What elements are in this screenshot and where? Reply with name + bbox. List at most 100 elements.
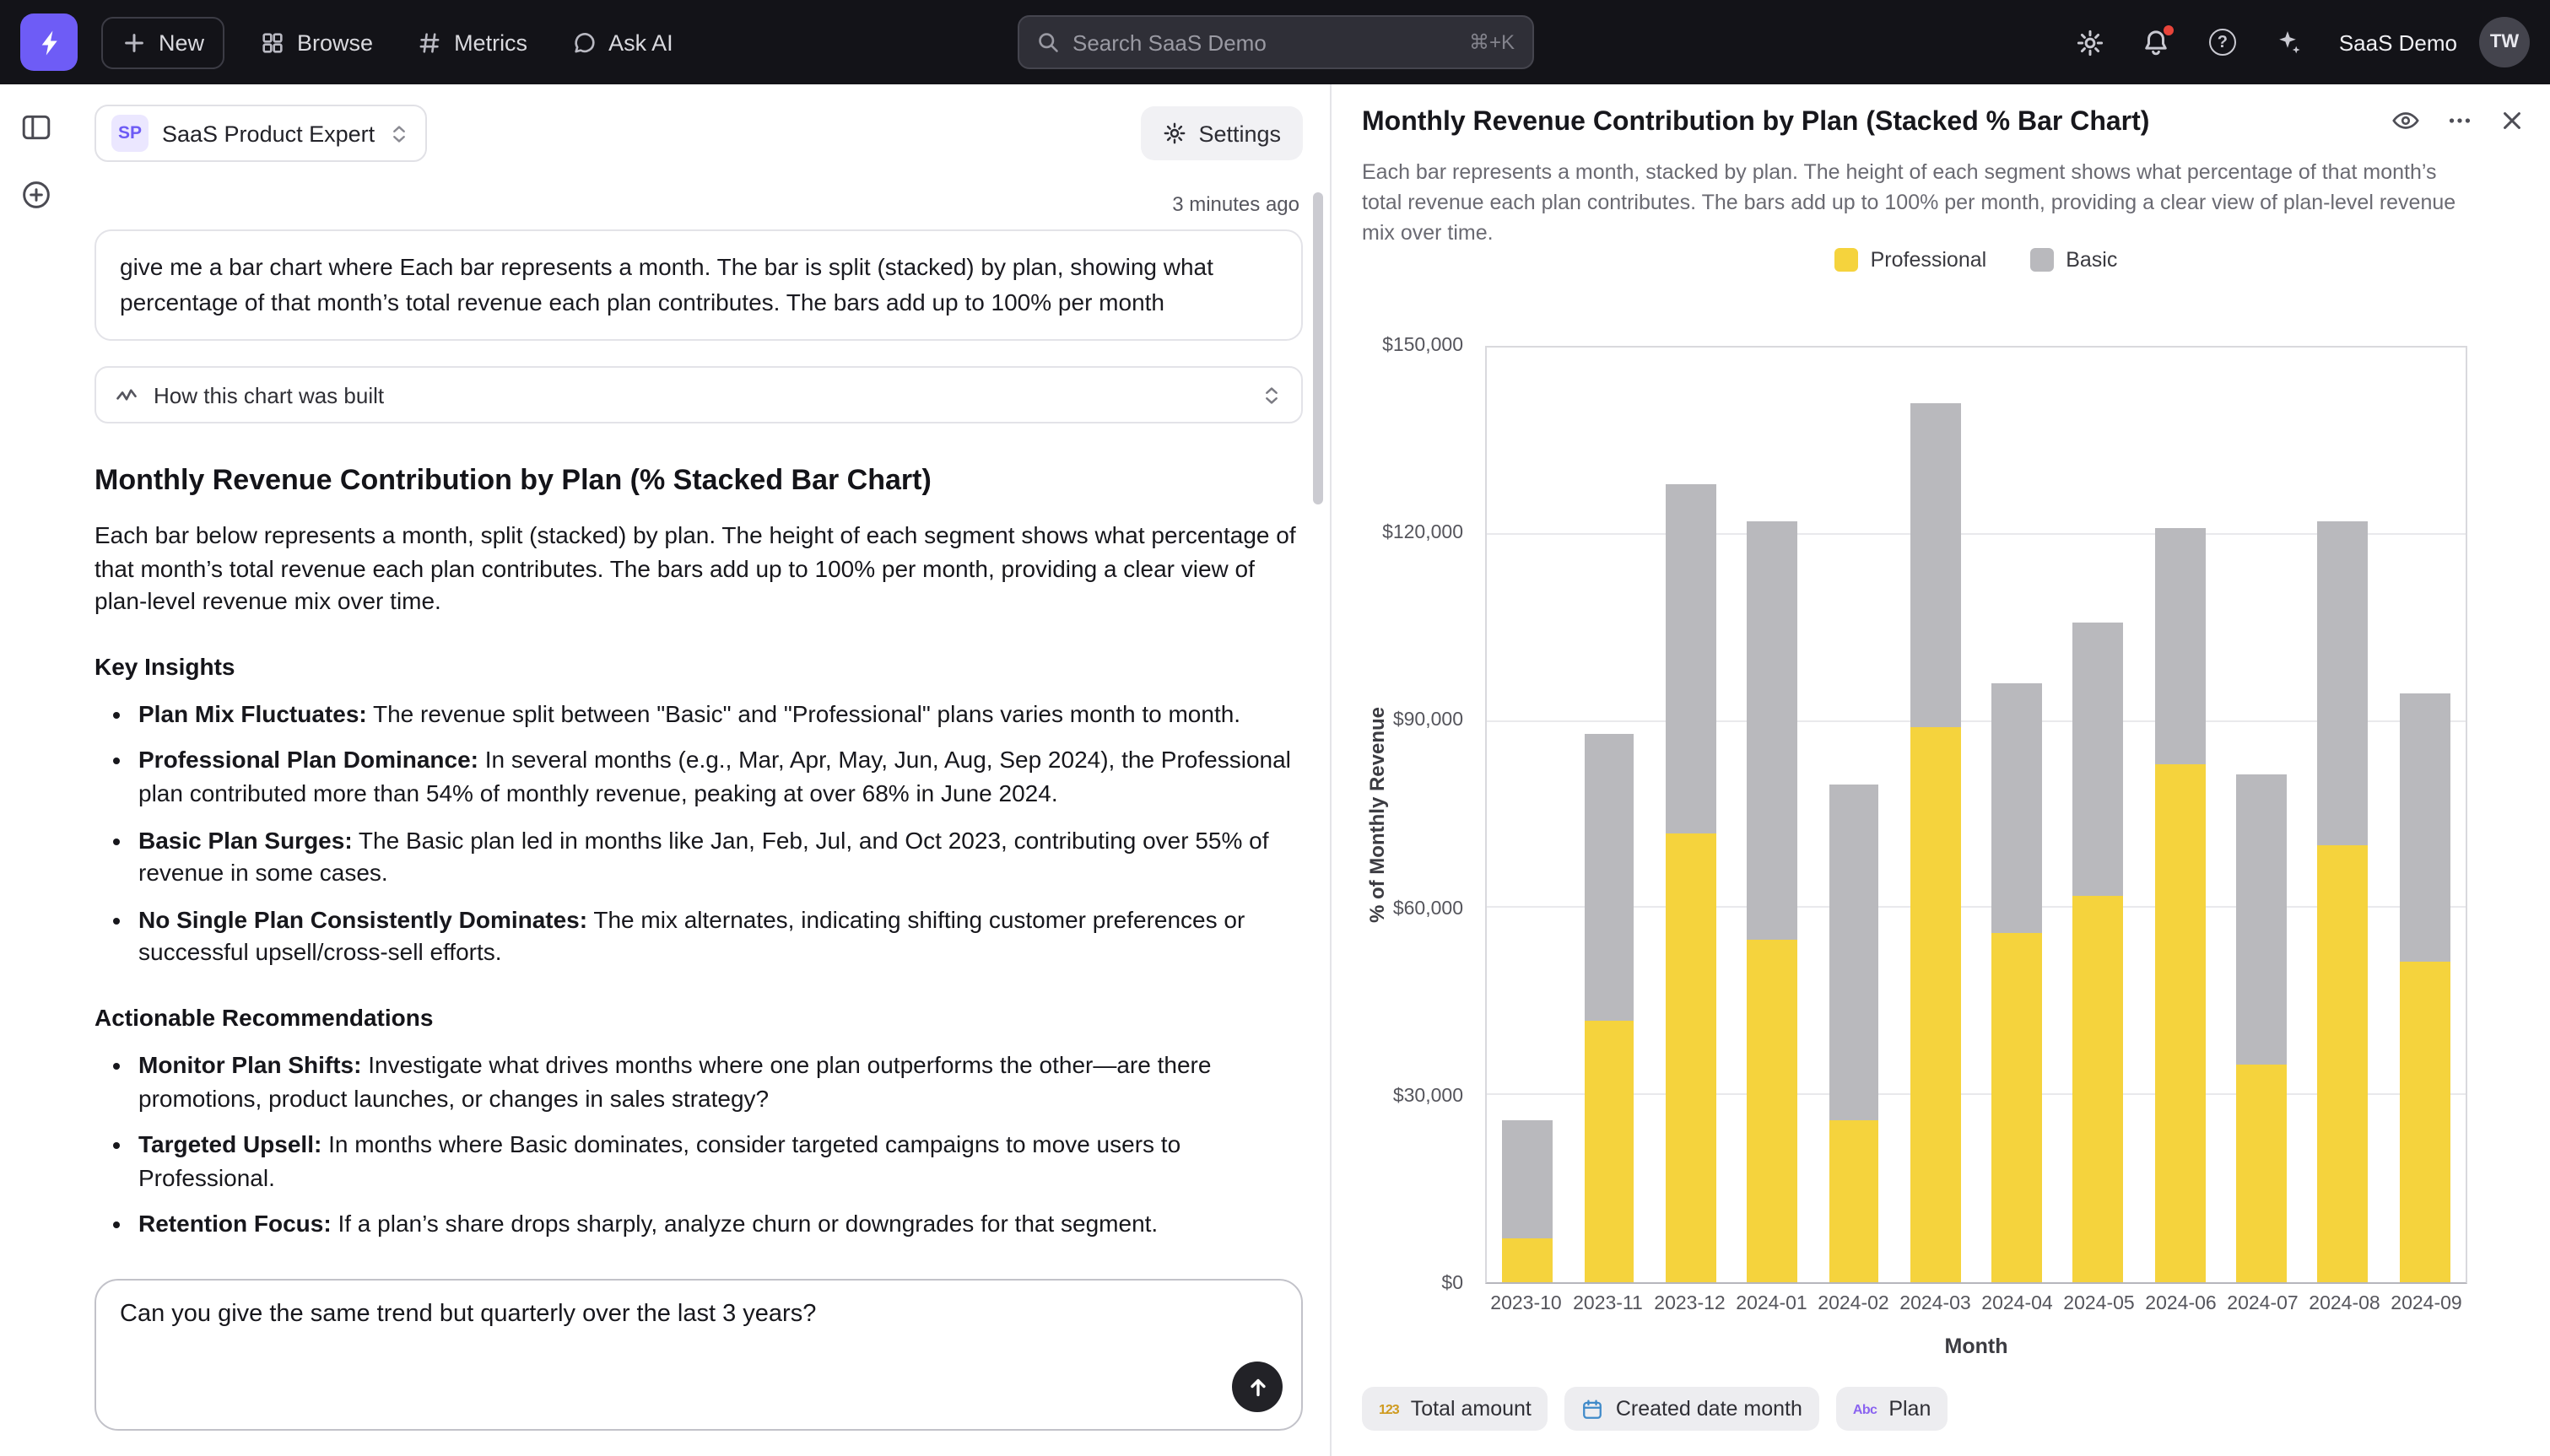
tag-created-date-month[interactable]: Created date month — [1565, 1387, 1819, 1431]
bar-segment-professional[interactable] — [2400, 962, 2450, 1282]
bar-segment-professional[interactable] — [1666, 833, 1716, 1282]
legend-item-basic[interactable]: Basic — [2030, 248, 2117, 272]
x-tick-label: 2024-06 — [2140, 1294, 2222, 1314]
bar-segment-basic[interactable] — [1991, 684, 2042, 933]
plus-icon — [122, 30, 147, 55]
bar-segment-basic[interactable] — [1910, 404, 1961, 728]
app: New Browse Metrics Ask AI Search SaaS De… — [0, 0, 2550, 1456]
settings-gear-button[interactable] — [2066, 17, 2116, 67]
browse-button[interactable]: Browse — [241, 18, 392, 67]
hash-icon — [417, 30, 442, 55]
arrow-up-icon — [1245, 1374, 1270, 1399]
notifications-button[interactable] — [2131, 17, 2182, 67]
search-shortcut: ⌘+K — [1469, 30, 1515, 54]
bar-segment-professional[interactable] — [1747, 940, 1797, 1282]
chat-scrollbar[interactable] — [1313, 192, 1323, 504]
legend-swatch — [1835, 248, 1859, 272]
chat-bubble-icon — [571, 30, 597, 55]
bar-segment-basic[interactable] — [1666, 485, 1716, 834]
help-button[interactable]: ? — [2197, 17, 2248, 67]
bar-segment-basic[interactable] — [1829, 784, 1879, 1120]
app-logo[interactable] — [20, 13, 78, 71]
bar-segment-basic[interactable] — [2073, 622, 2124, 896]
close-icon — [2499, 108, 2525, 133]
response-intro: Each bar below represents a month, split… — [95, 520, 1303, 619]
bar-segment-professional[interactable] — [2236, 1064, 2287, 1282]
recommendations-list: Monitor Plan Shifts: Investigate what dr… — [138, 1049, 1303, 1242]
agent-select[interactable]: SP SaaS Product Expert — [95, 105, 427, 162]
bar-segment-basic[interactable] — [1747, 522, 1797, 940]
new-thread-button[interactable] — [15, 174, 56, 214]
chart-panel-actions — [2391, 106, 2525, 135]
message-timestamp: 3 minutes ago — [98, 192, 1299, 216]
view-chart-button[interactable] — [2391, 106, 2420, 135]
bar-segment-basic[interactable] — [2155, 528, 2206, 765]
y-axis-ticks: $0$30,000$60,000$90,000$120,000$150,000 — [1332, 346, 1477, 1284]
bar-segment-professional[interactable] — [2155, 765, 2206, 1282]
bar-segment-professional[interactable] — [1584, 1021, 1634, 1282]
bar-2024-08[interactable] — [2303, 348, 2385, 1282]
list-item: Professional Plan Dominance: In several … — [138, 745, 1303, 811]
x-tick-label: 2024-08 — [2304, 1294, 2385, 1314]
toggle-sidebar-button[interactable] — [15, 106, 56, 147]
global-search-input[interactable]: Search SaaS Demo ⌘+K — [1017, 15, 1533, 69]
key-insights-heading: Key Insights — [95, 653, 1303, 680]
chat-input[interactable]: Can you give the same trend but quarterl… — [96, 1281, 1301, 1385]
chat-header: SP SaaS Product Expert Settings — [71, 84, 1330, 172]
lightning-icon — [35, 28, 63, 57]
tag-plan[interactable]: Abc Plan — [1836, 1387, 1948, 1431]
field-tags: 123 Total amount Created date month Abc … — [1362, 1387, 1948, 1431]
bar-segment-basic[interactable] — [2400, 693, 2450, 962]
bar-2024-02[interactable] — [1813, 348, 1895, 1282]
bar-segment-professional[interactable] — [1829, 1120, 1879, 1282]
agent-avatar: SP — [111, 115, 149, 152]
bar-segment-basic[interactable] — [2236, 774, 2287, 1064]
bar-2023-10[interactable] — [1487, 348, 1569, 1282]
bar-2023-11[interactable] — [1569, 348, 1650, 1282]
grid-icon — [260, 30, 285, 55]
legend: Professional Basic — [1485, 248, 2467, 272]
search-placeholder: Search SaaS Demo — [1072, 30, 1267, 55]
how-built-toggle[interactable]: How this chart was built — [95, 366, 1303, 423]
bar-2024-06[interactable] — [2139, 348, 2221, 1282]
bar-segment-professional[interactable] — [2318, 846, 2369, 1282]
bar-2024-07[interactable] — [2221, 348, 2303, 1282]
workspace-name[interactable]: SaaS Demo — [2339, 30, 2457, 55]
ai-sparkles-button[interactable] — [2263, 17, 2314, 67]
ask-ai-button[interactable]: Ask AI — [553, 18, 692, 67]
bar-2024-04[interactable] — [1976, 348, 2058, 1282]
bar-2024-09[interactable] — [2384, 348, 2466, 1282]
bar-2024-05[interactable] — [2058, 348, 2140, 1282]
bar-segment-basic[interactable] — [1584, 734, 1634, 1021]
send-button[interactable] — [1232, 1362, 1283, 1412]
bar-2024-03[interactable] — [1894, 348, 1976, 1282]
x-axis-labels: 2023-102023-112023-122024-012024-022024-… — [1485, 1294, 2467, 1314]
bar-segment-professional[interactable] — [1502, 1238, 1553, 1282]
chart-title: Monthly Revenue Contribution by Plan (St… — [1362, 108, 2149, 138]
x-tick-label: 2024-03 — [1894, 1294, 1976, 1314]
bar-segment-professional[interactable] — [2073, 896, 2124, 1282]
y-tick-label: $90,000 — [1393, 711, 1463, 731]
x-tick-label: 2024-09 — [2385, 1294, 2467, 1314]
user-avatar[interactable]: TW — [2479, 17, 2530, 67]
new-button[interactable]: New — [101, 16, 224, 68]
tag-total-amount[interactable]: 123 Total amount — [1362, 1387, 1548, 1431]
bar-segment-basic[interactable] — [2318, 522, 2369, 846]
bar-segment-professional[interactable] — [1910, 728, 1961, 1282]
legend-item-professional[interactable]: Professional — [1835, 248, 1987, 272]
close-panel-button[interactable] — [2499, 106, 2525, 135]
metrics-button[interactable]: Metrics — [398, 18, 546, 67]
x-tick-label: 2024-07 — [2222, 1294, 2304, 1314]
list-item: Basic Plan Surges: The Basic plan led in… — [138, 824, 1303, 890]
bar-2023-12[interactable] — [1650, 348, 1732, 1282]
bar-segment-basic[interactable] — [1502, 1120, 1553, 1238]
ellipsis-icon — [2445, 106, 2474, 135]
bar-2024-01[interactable] — [1732, 348, 1813, 1282]
search-icon — [1035, 30, 1059, 54]
ask-ai-label: Ask AI — [608, 30, 673, 55]
more-options-button[interactable] — [2445, 106, 2474, 135]
notification-dot — [2162, 24, 2175, 37]
bar-segment-professional[interactable] — [1991, 933, 2042, 1282]
settings-button[interactable]: Settings — [1141, 106, 1303, 160]
tag-label: Plan — [1888, 1397, 1931, 1421]
